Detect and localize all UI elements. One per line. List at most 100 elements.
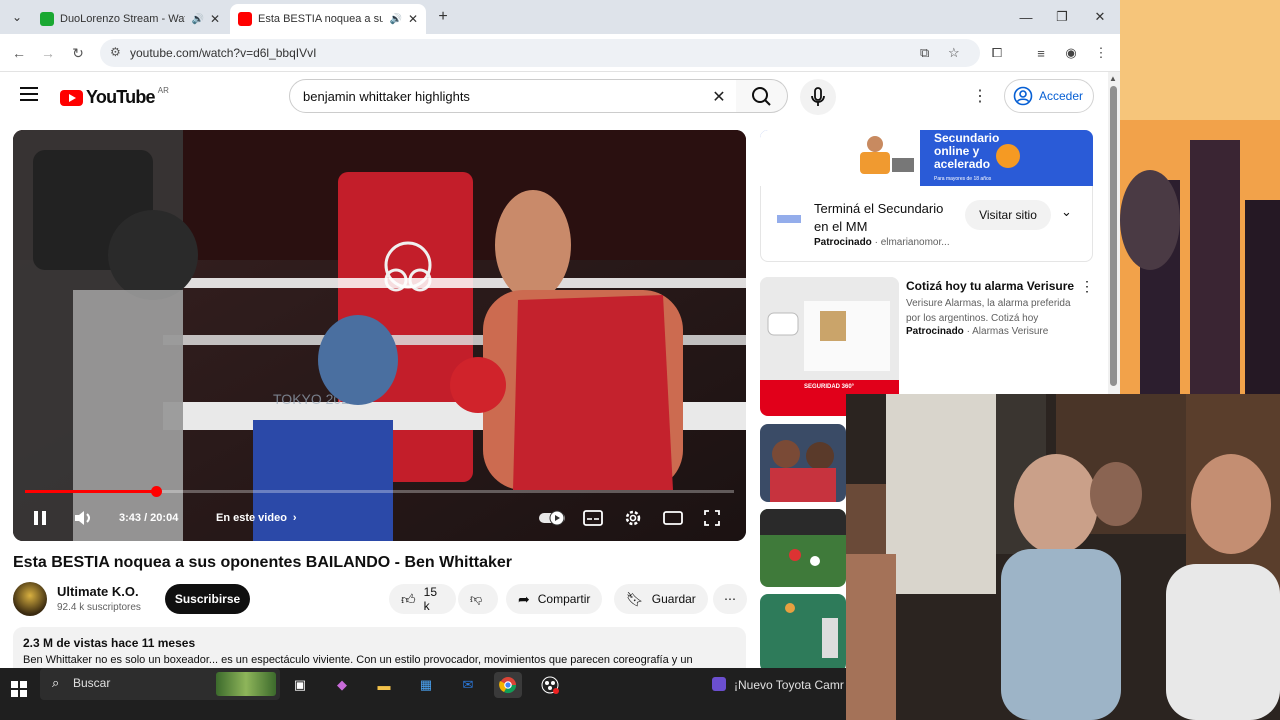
- close-window-button[interactable]: ✕: [1085, 6, 1115, 28]
- outlook-icon[interactable]: ✉: [454, 672, 482, 698]
- file-explorer-icon[interactable]: ▬: [370, 672, 398, 698]
- bookmark-icon: 🔖︎: [626, 590, 644, 607]
- screen: ⌄ DuoLorenzo Stream - Watch 🔊 ✕ Esta BES…: [0, 0, 1280, 720]
- ad2-sponsor-line: Patrocinado · Alarmas Verisure: [906, 326, 1049, 337]
- obs-studio-icon[interactable]: [536, 672, 564, 698]
- site-info-icon[interactable]: ⚙: [110, 45, 121, 59]
- subscriber-count: 92.4 k suscriptores: [57, 602, 141, 613]
- youtube-logo[interactable]: YouTube AR: [60, 86, 169, 108]
- clear-search-icon[interactable]: ✕: [708, 86, 730, 108]
- progress-bar[interactable]: [25, 490, 734, 493]
- sponsored-label: Patrocinado: [814, 237, 872, 248]
- news-widget[interactable]: ¡Nuevo Toyota Camr: [712, 677, 844, 692]
- tab-duolorenzo[interactable]: DuoLorenzo Stream - Watch 🔊 ✕: [32, 4, 228, 34]
- youtube-favicon-icon: [238, 12, 252, 26]
- ad-sponsor-line: Patrocinado · elmarianomor...: [814, 237, 950, 248]
- windows-start-icon[interactable]: [10, 680, 28, 698]
- more-actions-button[interactable]: ⋯: [713, 584, 747, 614]
- progress-fill: [25, 490, 157, 493]
- extensions-puzzle-icon[interactable]: ⧠: [986, 42, 1008, 64]
- subscribe-button[interactable]: Suscribirse: [165, 584, 250, 614]
- mute-button[interactable]: [73, 506, 95, 530]
- subtitles-button[interactable]: [583, 506, 603, 530]
- minimize-button[interactable]: —: [1011, 6, 1041, 28]
- ad-banner-headline: Secundario online y acelerado: [934, 131, 1000, 171]
- recommended-video-thumbnail[interactable]: [760, 509, 846, 587]
- autoplay-toggle[interactable]: [538, 506, 566, 530]
- youtube-play-icon: [60, 89, 83, 106]
- ad-banner-image[interactable]: Secundario online y acelerado Para mayor…: [760, 130, 1093, 186]
- new-tab-button[interactable]: +: [432, 6, 454, 28]
- ad-banner-subtext: Para mayores de 18 años: [934, 176, 992, 182]
- taskbar-search-box[interactable]: ⌕ Buscar: [40, 668, 280, 700]
- bookmark-star-icon[interactable]: ☆: [948, 45, 960, 61]
- scroll-up-arrow-icon[interactable]: ▲: [1109, 74, 1117, 83]
- ad-card[interactable]: Terminá el Secundario en el MM Patrocina…: [760, 186, 1093, 262]
- visit-site-button[interactable]: Visitar sitio: [965, 200, 1051, 230]
- view-count-date: 2.3 M de vistas hace 11 meses: [23, 636, 196, 650]
- region-code: AR: [157, 86, 169, 95]
- back-button[interactable]: ←: [8, 42, 30, 64]
- news-headline: ¡Nuevo Toyota Camr: [734, 678, 844, 692]
- settings-button[interactable]: [623, 506, 643, 530]
- sponsored-label: Patrocinado: [906, 326, 964, 337]
- media-controls-icon[interactable]: ≡: [1030, 42, 1052, 64]
- audio-playing-icon[interactable]: 🔊: [389, 14, 401, 25]
- search-box[interactable]: benjamin whittaker highlights ✕: [289, 79, 737, 113]
- thumbnail-image: [760, 594, 846, 668]
- channel-avatar[interactable]: [13, 582, 47, 616]
- chapter-button[interactable]: En este video ›: [216, 506, 297, 530]
- chevron-right-icon: ›: [292, 512, 297, 524]
- browser-tab-strip: ⌄ DuoLorenzo Stream - Watch 🔊 ✕ Esta BES…: [0, 0, 1120, 34]
- maximize-button[interactable]: ❐: [1047, 6, 1077, 28]
- pause-button[interactable]: [31, 506, 49, 530]
- description-text: Ben Whittaker no es solo un boxeador... …: [23, 654, 693, 666]
- thumbs-down-icon: 👎︎: [470, 591, 483, 606]
- chevron-down-icon[interactable]: ⌄: [1061, 204, 1072, 220]
- profile-icon[interactable]: ◉: [1060, 42, 1082, 64]
- obs-logo-icon: [541, 676, 559, 694]
- install-app-icon[interactable]: ⧉: [920, 45, 929, 61]
- dislike-button[interactable]: 👎︎: [458, 584, 498, 614]
- chrome-taskbar-icon[interactable]: [494, 672, 522, 698]
- description-box[interactable]: 2.3 M de vistas hace 11 meses Ben Whitta…: [13, 627, 746, 668]
- tab-search-chevron-icon[interactable]: ⌄: [6, 6, 28, 28]
- close-tab-icon[interactable]: ✕: [408, 12, 418, 26]
- task-view-icon[interactable]: ▣: [286, 672, 314, 698]
- tab-youtube-video[interactable]: Esta BESTIA noquea a sus oponentes 🔊 ✕: [230, 4, 426, 34]
- search-icon: ⌕: [52, 675, 60, 690]
- video-player[interactable]: TOKYO 2020 3:43 / 20:04 En este video ›: [13, 130, 746, 541]
- gear-icon: [625, 510, 641, 526]
- settings-more-icon[interactable]: ⋮: [970, 86, 990, 106]
- theater-mode-button[interactable]: [663, 506, 683, 530]
- audio-playing-icon[interactable]: 🔊: [191, 14, 203, 25]
- chrome-menu-icon[interactable]: ⋮: [1090, 42, 1112, 64]
- sign-in-button[interactable]: Acceder: [1004, 79, 1094, 113]
- news-icon: [712, 677, 726, 691]
- fullscreen-button[interactable]: [703, 506, 721, 530]
- scrollbar-thumb[interactable]: [1110, 86, 1117, 386]
- close-tab-icon[interactable]: ✕: [210, 12, 220, 26]
- guide-menu-icon[interactable]: [20, 87, 38, 101]
- search-button[interactable]: [736, 79, 788, 113]
- reload-button[interactable]: ↻: [67, 42, 89, 64]
- channel-name[interactable]: Ultimate K.O.: [57, 584, 139, 599]
- sign-in-label: Acceder: [1039, 89, 1084, 103]
- tab-title: DuoLorenzo Stream - Watch: [60, 13, 186, 25]
- recommended-video-thumbnail[interactable]: [760, 594, 846, 668]
- save-button[interactable]: 🔖︎ Guardar: [614, 584, 708, 614]
- save-label: Guardar: [651, 592, 696, 606]
- forward-button[interactable]: →: [37, 42, 59, 64]
- recommended-video-thumbnail[interactable]: [760, 424, 846, 502]
- copilot-icon[interactable]: ◆: [328, 672, 356, 698]
- ad2-title[interactable]: Cotizá hoy tu alarma Verisure: [906, 279, 1074, 293]
- address-bar[interactable]: ⚙ youtube.com/watch?v=d6l_bbqIVvI ⧉ ☆: [100, 39, 980, 67]
- microsoft-store-icon[interactable]: ▦: [412, 672, 440, 698]
- logo-wordmark: YouTube: [86, 87, 156, 107]
- search-input[interactable]: benjamin whittaker highlights: [303, 89, 470, 104]
- fullscreen-icon: [704, 510, 720, 526]
- more-vertical-icon[interactable]: ⋮: [1080, 278, 1094, 295]
- voice-search-button[interactable]: [800, 79, 836, 115]
- like-button[interactable]: 👍︎ 15 k: [389, 584, 456, 614]
- share-button[interactable]: ➦ Compartir: [506, 584, 603, 614]
